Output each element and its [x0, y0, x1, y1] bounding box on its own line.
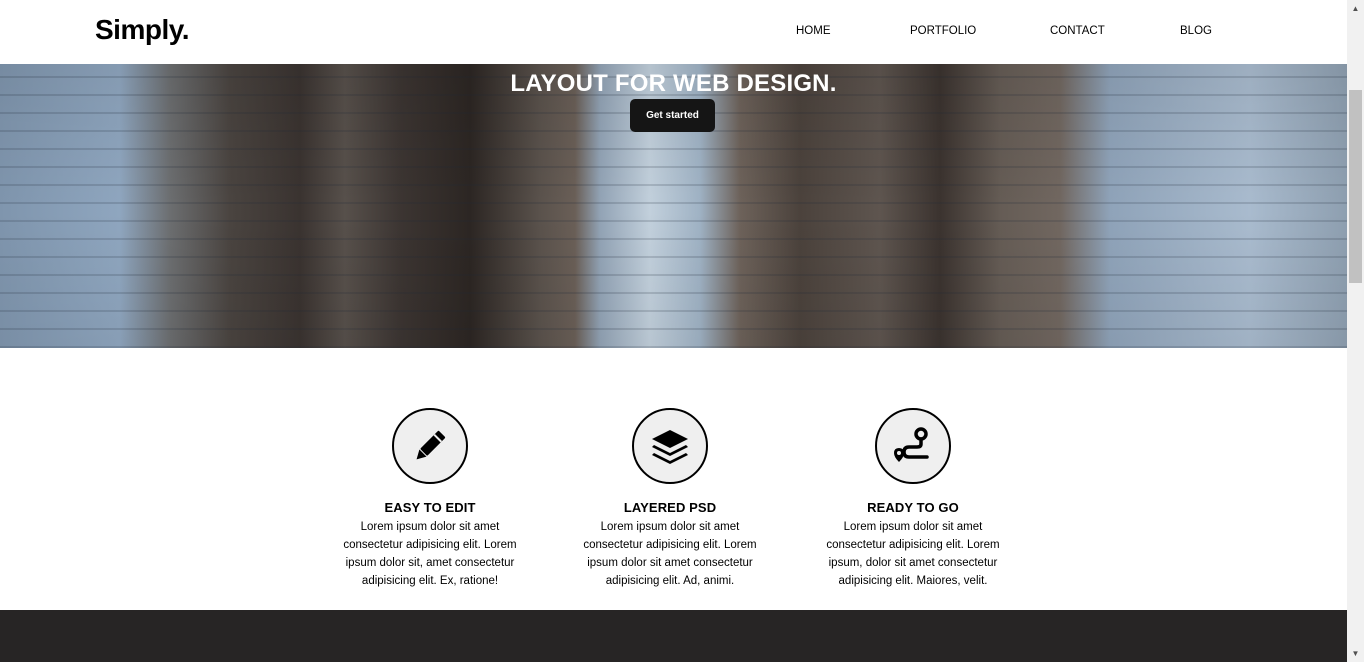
nav-portfolio[interactable]: PORTFOLIO — [910, 25, 976, 37]
nav-contact[interactable]: CONTACT — [1050, 25, 1105, 37]
feature-layered-psd: LAYERED PSD Lorem ipsum dolor sit amet c… — [575, 408, 765, 590]
feature-title: READY TO GO — [867, 500, 959, 515]
layers-icon — [632, 408, 708, 484]
pencil-icon — [392, 408, 468, 484]
scroll-down-arrow-icon[interactable]: ▼ — [1347, 645, 1364, 662]
hero-title: LAYOUT FOR WEB DESIGN. — [510, 70, 837, 97]
logo[interactable]: Simply. — [95, 14, 190, 46]
scrollbar-thumb[interactable] — [1349, 90, 1362, 283]
site-header: Simply. HOME PORTFOLIO CONTACT BLOG — [0, 0, 1347, 64]
feature-title: EASY TO EDIT — [384, 500, 476, 515]
feature-title: LAYERED PSD — [623, 500, 717, 515]
feature-ready-to-go: READY TO GO Lorem ipsum dolor sit amet c… — [818, 408, 1008, 590]
scroll-up-arrow-icon[interactable]: ▲ — [1347, 0, 1364, 17]
feature-description: Lorem ipsum dolor sit amet consectetur a… — [826, 521, 1000, 587]
feature-description: Lorem ipsum dolor sit amet consectetur a… — [583, 521, 757, 587]
page-scrollbar[interactable]: ▲ ▼ — [1347, 0, 1364, 662]
footer-section — [0, 610, 1347, 662]
route-icon — [875, 408, 951, 484]
get-started-button[interactable]: Get started — [630, 99, 715, 132]
nav-home[interactable]: HOME — [796, 25, 831, 37]
feature-description: Lorem ipsum dolor sit amet consectetur a… — [343, 521, 517, 587]
feature-easy-to-edit: EASY TO EDIT Lorem ipsum dolor sit amet … — [335, 408, 525, 590]
nav-blog[interactable]: BLOG — [1180, 25, 1212, 37]
